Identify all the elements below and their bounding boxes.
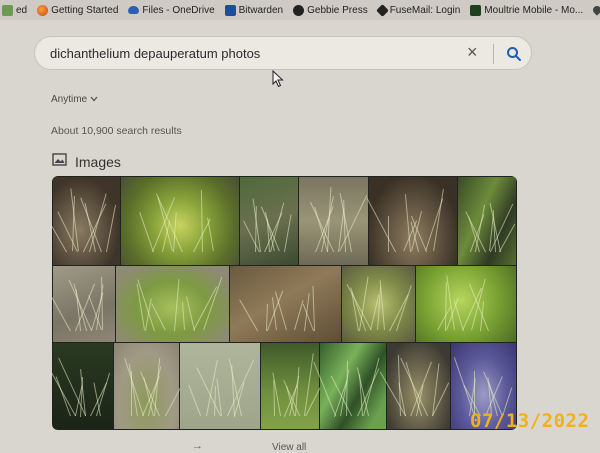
- clear-search-icon[interactable]: ×: [467, 42, 478, 63]
- pin-icon: [591, 4, 600, 16]
- moultrie-icon: [470, 4, 482, 16]
- image-thumbnail[interactable]: [416, 266, 516, 342]
- image-results-grid: [52, 176, 517, 430]
- grass-blade: [207, 217, 215, 252]
- bookmark-label: Getting Started: [51, 4, 119, 16]
- bookmark-label: Moultrie Mobile - Mo...: [484, 4, 584, 16]
- gebbie-icon: [293, 4, 305, 16]
- bookmark-onedrive[interactable]: Files - OneDrive: [128, 4, 215, 16]
- search-divider: [493, 44, 494, 64]
- grass-blade: [130, 370, 132, 417]
- image-thumbnail[interactable]: [240, 177, 298, 265]
- bookmark-label: Gebbie Press: [307, 4, 368, 16]
- anytime-filter[interactable]: Anytime: [51, 94, 98, 105]
- grass-blade: [181, 302, 185, 331]
- fusemail-icon: [375, 3, 389, 17]
- image-thumbnail[interactable]: [299, 177, 368, 265]
- bookmark-bitwarden[interactable]: Bitwarden: [224, 4, 284, 16]
- grass-blade: [284, 214, 292, 252]
- grass-blade: [186, 296, 195, 331]
- image-thumbnail[interactable]: [230, 266, 341, 342]
- image-thumbnail[interactable]: [52, 343, 113, 429]
- bookmark-fusemail[interactable]: FuseMail: Login: [375, 3, 461, 17]
- grass-blade: [188, 385, 201, 417]
- bookmark-ed[interactable]: ed: [2, 4, 28, 16]
- grass-blade: [52, 291, 71, 331]
- image-thumbnail[interactable]: [261, 343, 327, 429]
- image-thumbnail[interactable]: [52, 177, 120, 265]
- mouse-cursor-icon: [272, 69, 284, 93]
- image-thumbnail[interactable]: [180, 343, 260, 429]
- bookmark-label: FuseMail: Login: [389, 4, 461, 16]
- grass-blade: [453, 357, 475, 417]
- grass-blade: [389, 293, 410, 331]
- grass-blade: [366, 197, 397, 253]
- image-thumbnail[interactable]: [116, 266, 229, 342]
- grass-blade: [312, 285, 316, 331]
- search-input[interactable]: dichanthelium depauperatum photos: [50, 46, 260, 61]
- bookmark-georgeruss[interactable]: georgeruss: [591, 4, 600, 16]
- image-thumbnail[interactable]: [121, 177, 239, 265]
- onedrive-cloud-icon: [128, 6, 140, 14]
- bookmark-label: ed: [16, 4, 28, 16]
- bitwarden-icon: [224, 4, 236, 16]
- grass-blade: [68, 279, 93, 331]
- search-icon[interactable]: [505, 45, 523, 63]
- bookmarks-bar: ed Getting Started Files - OneDrive Bitw…: [0, 0, 600, 20]
- image-thumbnail[interactable]: [312, 343, 386, 429]
- grass-blade: [238, 299, 258, 331]
- chevron-down-icon: [90, 94, 98, 105]
- image-icon: [52, 153, 67, 171]
- anytime-label: Anytime: [51, 94, 88, 105]
- grass-blade: [388, 215, 390, 252]
- images-section-header: Images: [52, 153, 121, 171]
- grass-blade: [396, 284, 412, 331]
- bookmark-getting-started[interactable]: Getting Started: [37, 4, 119, 16]
- bookmark-gebbie-press[interactable]: Gebbie Press: [293, 4, 368, 16]
- images-title: Images: [75, 154, 121, 170]
- arrow-right-icon: →: [192, 440, 203, 452]
- search-box[interactable]: dichanthelium depauperatum photos ×: [34, 36, 532, 70]
- grass-blade: [128, 363, 138, 417]
- image-thumbnail[interactable]: [366, 177, 457, 265]
- results-count: About 10,900 search results: [51, 125, 182, 137]
- grass-blade: [201, 190, 204, 252]
- bookmark-icon: [2, 4, 13, 16]
- bookmark-moultrie[interactable]: Moultrie Mobile - Mo...: [470, 4, 584, 16]
- image-thumbnail[interactable]: [52, 266, 115, 342]
- grass-blade: [173, 279, 180, 331]
- grass-blade: [445, 281, 447, 331]
- firefox-icon: [37, 4, 49, 16]
- view-all-link[interactable]: View all: [272, 442, 306, 453]
- bookmark-label: Files - OneDrive: [142, 4, 215, 16]
- grass-blade: [139, 211, 154, 252]
- image-thumbnail[interactable]: [342, 266, 415, 342]
- bookmark-label: Bitwarden: [238, 4, 284, 16]
- image-thumbnail[interactable]: [379, 343, 450, 429]
- image-thumbnail[interactable]: [458, 177, 516, 265]
- grass-blade: [123, 357, 144, 417]
- photo-date-stamp: 07/13/2022: [470, 410, 590, 432]
- grass-blade: [105, 205, 116, 252]
- image-thumbnail[interactable]: [114, 343, 192, 429]
